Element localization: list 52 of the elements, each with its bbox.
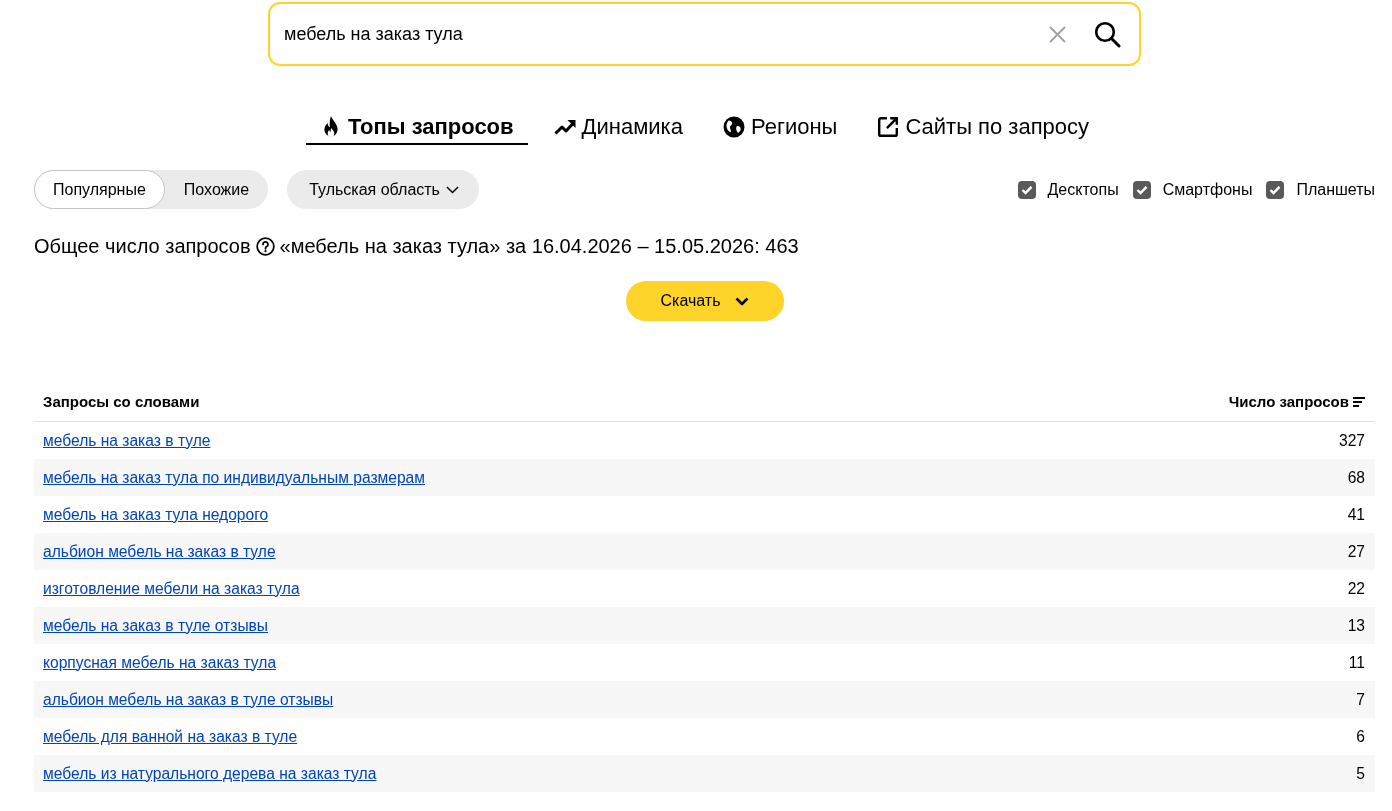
count-cell: 327 xyxy=(1338,431,1365,450)
search-field[interactable]: мебель на заказ тула xyxy=(268,2,1141,66)
check-icon xyxy=(1269,184,1282,195)
nav-tab[interactable]: Динамика xyxy=(539,114,697,145)
column-header[interactable]: Число запросов xyxy=(1228,393,1349,410)
count-cell: 6 xyxy=(1356,727,1365,746)
sort-icon[interactable] xyxy=(1353,396,1365,407)
external-link-icon xyxy=(877,116,900,138)
download-button[interactable]: Скачать xyxy=(625,281,784,321)
check-icon xyxy=(1135,184,1148,195)
query-link[interactable]: мебель на заказ в туле отзывы xyxy=(43,616,269,635)
count-cell: 11 xyxy=(1348,653,1365,672)
checkbox-label[interactable]: Смартфоны xyxy=(1162,179,1253,200)
mode-tab[interactable]: Похожие xyxy=(164,170,269,209)
summary-label: Общее число запросов xyxy=(34,234,251,259)
count-cell: 13 xyxy=(1347,616,1365,635)
region-dropdown[interactable]: Тульская область xyxy=(287,170,479,209)
count-cell: 68 xyxy=(1347,468,1365,487)
query-link[interactable]: мебель на заказ тула по индивидуальным размерам xyxy=(43,468,425,487)
summary-text: «мебель на заказ тула» за 16.04.2026 – 15.05.2026: 463 xyxy=(279,234,799,259)
nav-tab[interactable]: Топы запросов xyxy=(305,114,528,145)
chevron-down-icon xyxy=(734,296,749,306)
query-link[interactable]: корпусная мебель на заказ тула xyxy=(43,653,277,672)
query-link[interactable]: мебель из натурального дерева на заказ тула xyxy=(43,764,377,783)
close-icon xyxy=(1048,25,1066,43)
chevron-down-icon xyxy=(445,185,459,194)
search-button[interactable] xyxy=(1093,20,1121,48)
query-link[interactable]: мебель на заказ в туле xyxy=(43,431,211,450)
mode-tab[interactable]: Популярные xyxy=(34,170,165,209)
column-header: Запросы со словами xyxy=(43,393,200,410)
checkbox-label[interactable]: Десктопы xyxy=(1047,179,1119,200)
count-cell: 27 xyxy=(1347,542,1365,561)
query-link[interactable]: альбион мебель на заказ в туле отзывы xyxy=(43,690,334,709)
query-link[interactable]: мебель на заказ тула недорого xyxy=(43,505,269,524)
nav-tab[interactable]: Сайты по запросу xyxy=(863,114,1104,145)
check-icon xyxy=(1020,184,1033,195)
count-cell: 41 xyxy=(1347,505,1365,524)
query-link[interactable]: мебель для ванной на заказ в туле xyxy=(43,727,298,746)
clear-button[interactable] xyxy=(1047,24,1067,44)
checkbox[interactable] xyxy=(1266,180,1285,199)
globe-icon xyxy=(722,116,745,138)
query-link[interactable]: альбион мебель на заказ в туле xyxy=(43,542,276,561)
search-icon xyxy=(1093,20,1121,48)
nav-tab[interactable]: Регионы xyxy=(708,114,852,145)
count-cell: 5 xyxy=(1356,764,1365,783)
checkbox[interactable] xyxy=(1132,180,1151,199)
count-cell: 7 xyxy=(1356,690,1365,709)
checkbox-label[interactable]: Планшеты xyxy=(1296,179,1375,200)
checkbox[interactable] xyxy=(1017,180,1036,199)
help-icon[interactable] xyxy=(255,236,275,256)
count-cell: 22 xyxy=(1347,579,1365,598)
query-link[interactable]: изготовление мебели на заказ тула xyxy=(43,579,300,598)
